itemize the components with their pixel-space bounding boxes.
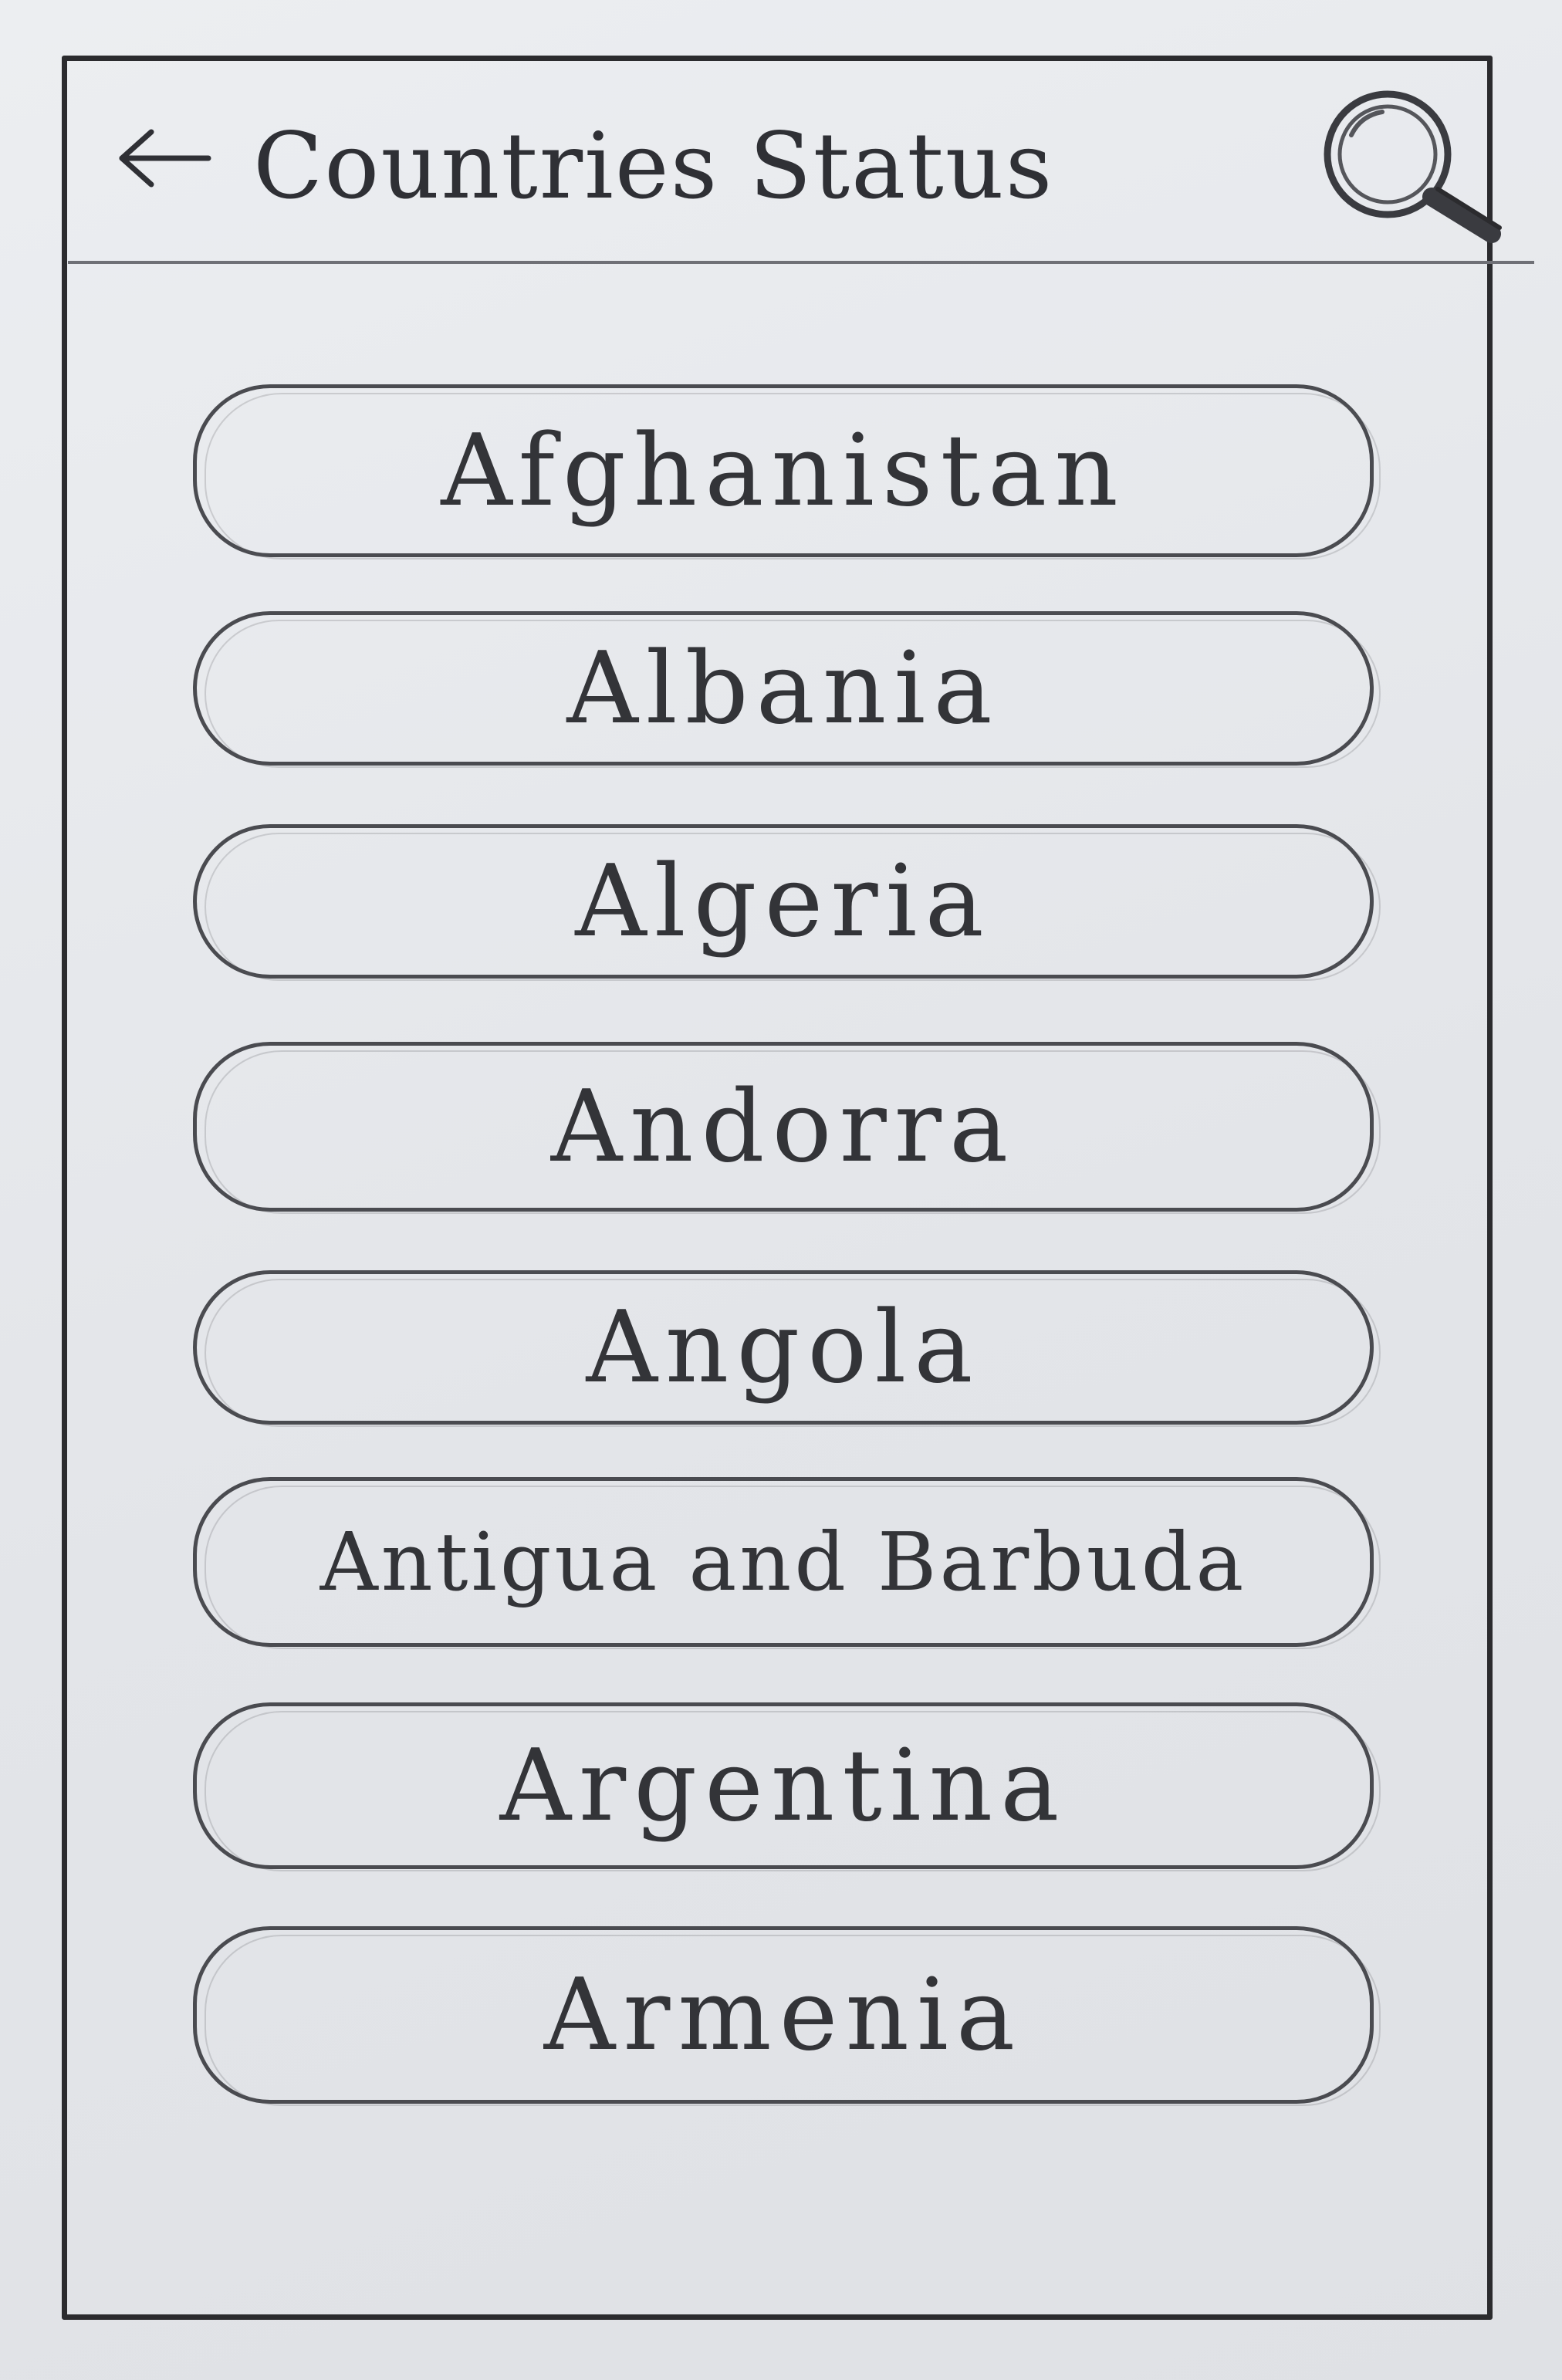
arrow-left-icon: [119, 129, 211, 188]
country-item-armenia[interactable]: Armenia: [193, 1926, 1381, 2106]
country-item-albania[interactable]: Albania: [193, 611, 1381, 768]
search-button[interactable]: [1287, 69, 1542, 255]
app-bar: Countries Status: [68, 62, 1534, 264]
country-item-angola[interactable]: Angola: [193, 1270, 1381, 1427]
magnifier-icon: [1324, 90, 1502, 243]
country-item-algeria[interactable]: Algeria: [193, 824, 1381, 981]
country-item-antigua-and-barbuda[interactable]: Antigua and Barbuda: [193, 1477, 1381, 1649]
page-title: Countries Status: [253, 113, 1054, 219]
country-item-argentina[interactable]: Argentina: [193, 1702, 1381, 1871]
country-item-afghanistan[interactable]: Afghanistan: [193, 384, 1381, 560]
back-button[interactable]: [114, 116, 215, 201]
country-item-andorra[interactable]: Andorra: [193, 1042, 1381, 1214]
